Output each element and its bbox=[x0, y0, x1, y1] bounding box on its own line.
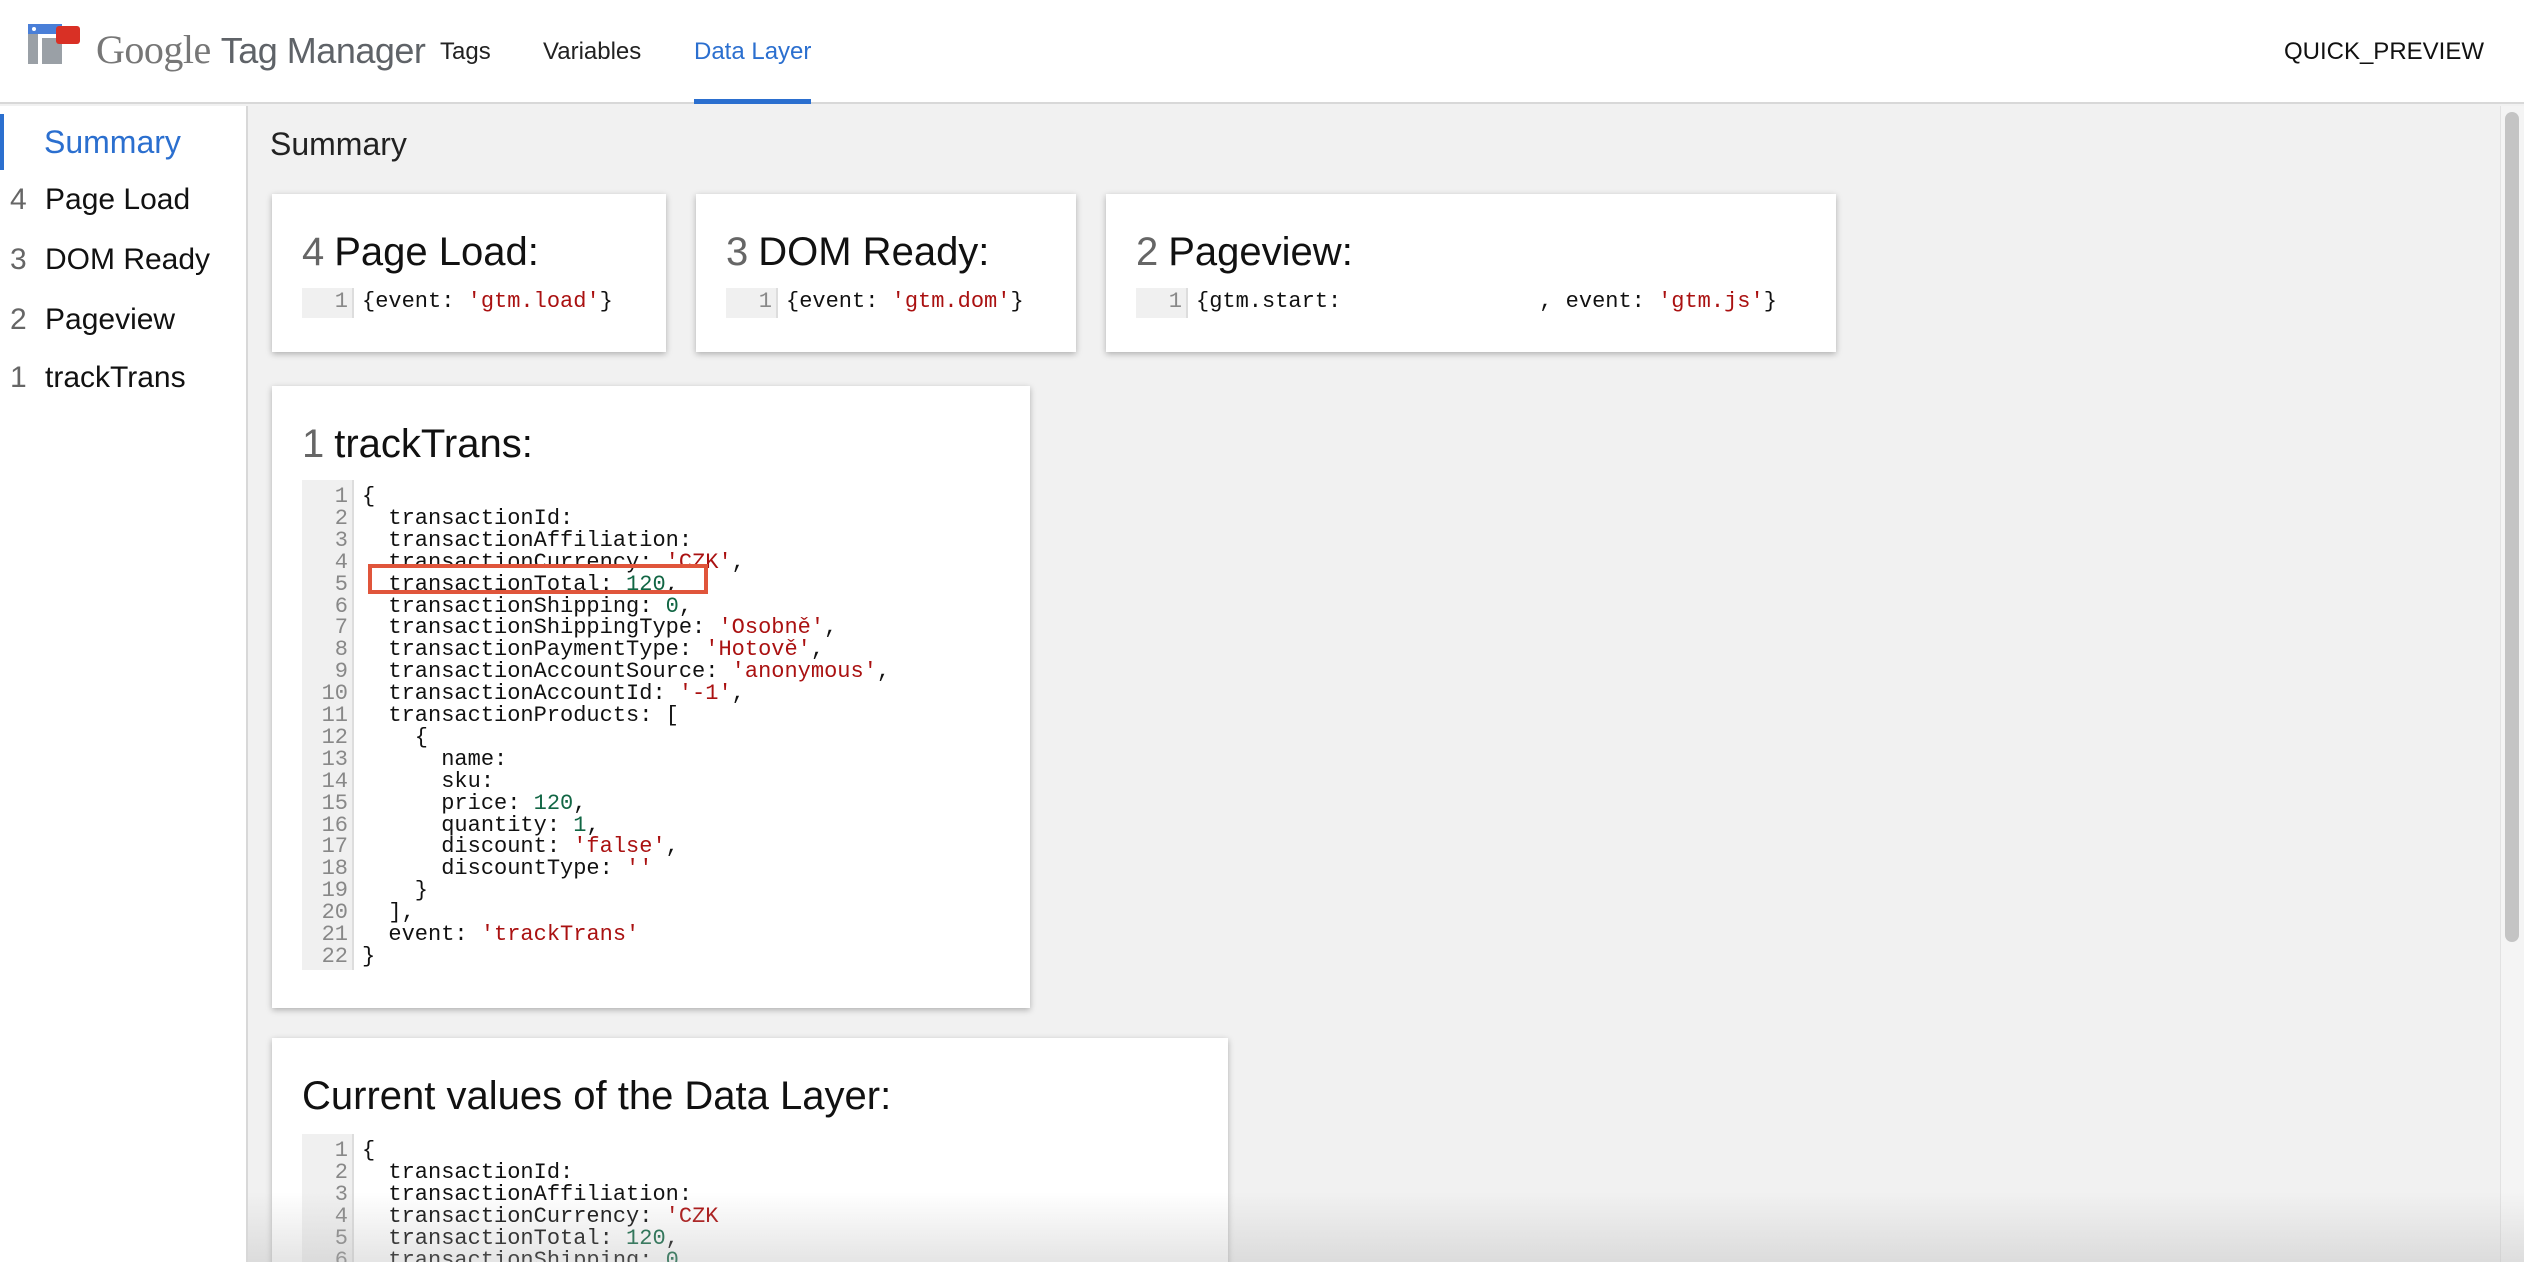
line-number: 1 bbox=[334, 289, 348, 314]
quick-preview-label: QUICK_PREVIEW bbox=[2283, 38, 2484, 65]
card-title-label: trackTrans: bbox=[334, 422, 533, 466]
card-title: 2 Pageview: bbox=[1136, 230, 1353, 275]
card-title-label: Page Load: bbox=[334, 230, 539, 274]
code-gutter: 1 bbox=[1136, 288, 1188, 318]
line-number: 22 bbox=[321, 943, 348, 969]
code-string: 'gtm.dom' bbox=[891, 289, 1011, 314]
event-card-dom-ready[interactable]: 3 DOM Ready: 1 {event: 'gtm.dom'} bbox=[696, 194, 1076, 352]
sidebar-item-label: DOM Ready bbox=[45, 243, 211, 276]
card-title-label: DOM Ready: bbox=[758, 230, 990, 274]
sidebar-item-number: 4 bbox=[10, 183, 27, 216]
card-title: 1 trackTrans: bbox=[302, 422, 533, 467]
line-number: 6 bbox=[334, 1247, 348, 1262]
card-title-number: 1 bbox=[302, 422, 325, 466]
sidebar-item-tracktrans[interactable]: 1 trackTrans bbox=[0, 350, 246, 406]
card-title: Current values of the Data Layer: bbox=[302, 1074, 892, 1118]
code-line: {event: 'gtm.dom'} bbox=[786, 289, 1024, 314]
code-line: } bbox=[362, 943, 376, 969]
code-line: event: 'trackTrans' bbox=[362, 922, 640, 947]
top-bar: Google Tag Manager Tags Variables Data La… bbox=[0, 0, 2524, 104]
code-gutter: 1 bbox=[726, 288, 778, 318]
card-title-number: 3 bbox=[726, 230, 749, 274]
sidebar-item-label: Summary bbox=[44, 124, 181, 160]
line-number: 1 bbox=[1168, 289, 1182, 314]
sidebar-item-dom-ready[interactable]: 3 DOM Ready bbox=[0, 232, 246, 288]
code-string: 'gtm.js' bbox=[1658, 289, 1764, 314]
brand-google: Google bbox=[96, 27, 211, 72]
line-number: 1 bbox=[758, 289, 772, 314]
code-gutter: 1 bbox=[302, 288, 354, 318]
brand-product: Tag Manager bbox=[220, 30, 426, 71]
event-card-page-load[interactable]: 4 Page Load: 1 {event: 'gtm.load'} bbox=[272, 194, 666, 352]
sidebar-item-label: trackTrans bbox=[45, 361, 186, 394]
code-text: } bbox=[599, 289, 613, 314]
code-text: {event: bbox=[362, 289, 468, 314]
scrollbar-thumb[interactable] bbox=[2505, 112, 2519, 942]
sidebar-item-number: 2 bbox=[10, 303, 27, 336]
tab-variables[interactable]: Variables bbox=[543, 0, 641, 104]
card-title-number: 4 bbox=[302, 230, 325, 274]
code-text: } bbox=[1010, 289, 1024, 314]
tab-tags[interactable]: Tags bbox=[440, 0, 491, 104]
card-title-label: Pageview: bbox=[1168, 230, 1353, 274]
card-title-number: 2 bbox=[1136, 230, 1159, 274]
code-text: } bbox=[1763, 289, 1777, 314]
code-line: {event: 'gtm.load'} bbox=[362, 289, 613, 314]
page-title: Summary bbox=[270, 126, 407, 162]
sidebar-item-label: Pageview bbox=[45, 303, 176, 336]
highlight-box bbox=[368, 564, 708, 594]
sidebar-item-number: 1 bbox=[10, 361, 27, 394]
code-text: {event: bbox=[786, 289, 892, 314]
code-gutter: 1 2 3 4 5 6 7 8 9 10 11 12 13 14 15 16 17 18 19 20 21 22 bbox=[302, 480, 354, 970]
sidebar-item-label: Page Load bbox=[45, 183, 191, 216]
sidebar-item-pageview[interactable]: 2 Pageview bbox=[0, 292, 246, 348]
tag-manager-logo-icon bbox=[28, 24, 80, 64]
sidebar: Summary 4 Page Load 3 DOM Ready 2 Pagevi… bbox=[0, 106, 248, 1262]
brand-title: Google Tag Manager bbox=[96, 26, 426, 73]
code-gutter: 123456 bbox=[302, 1134, 354, 1262]
sidebar-item-summary[interactable]: Summary bbox=[0, 114, 246, 170]
event-card-pageview[interactable]: 2 Pageview: 1 {gtm.start: , event: 'gtm.j… bbox=[1106, 194, 1836, 352]
card-title: 4 Page Load: bbox=[302, 230, 539, 275]
code-line: {gtm.start: , event: 'gtm.js'} bbox=[1196, 289, 1777, 314]
sidebar-item-number: 3 bbox=[10, 243, 27, 276]
sidebar-item-page-load[interactable]: 4 Page Load bbox=[0, 172, 246, 228]
code-line: transactionShipping: 0 bbox=[362, 1247, 679, 1262]
event-card-tracktrans[interactable]: 1 trackTrans: 1 2 3 4 5 6 7 8 9 10 11 12 13 14 15 16 17 18… bbox=[272, 386, 1030, 1008]
code-string: 'gtm.load' bbox=[467, 289, 600, 314]
tab-data-layer[interactable]: Data Layer bbox=[694, 0, 812, 104]
current-values-card: Current values of the Data Layer: 123456… bbox=[272, 1038, 1228, 1262]
card-title: 3 DOM Ready: bbox=[726, 230, 989, 275]
vertical-scrollbar[interactable] bbox=[2500, 106, 2524, 1262]
code-text: {gtm.start: , event: bbox=[1196, 289, 1659, 314]
